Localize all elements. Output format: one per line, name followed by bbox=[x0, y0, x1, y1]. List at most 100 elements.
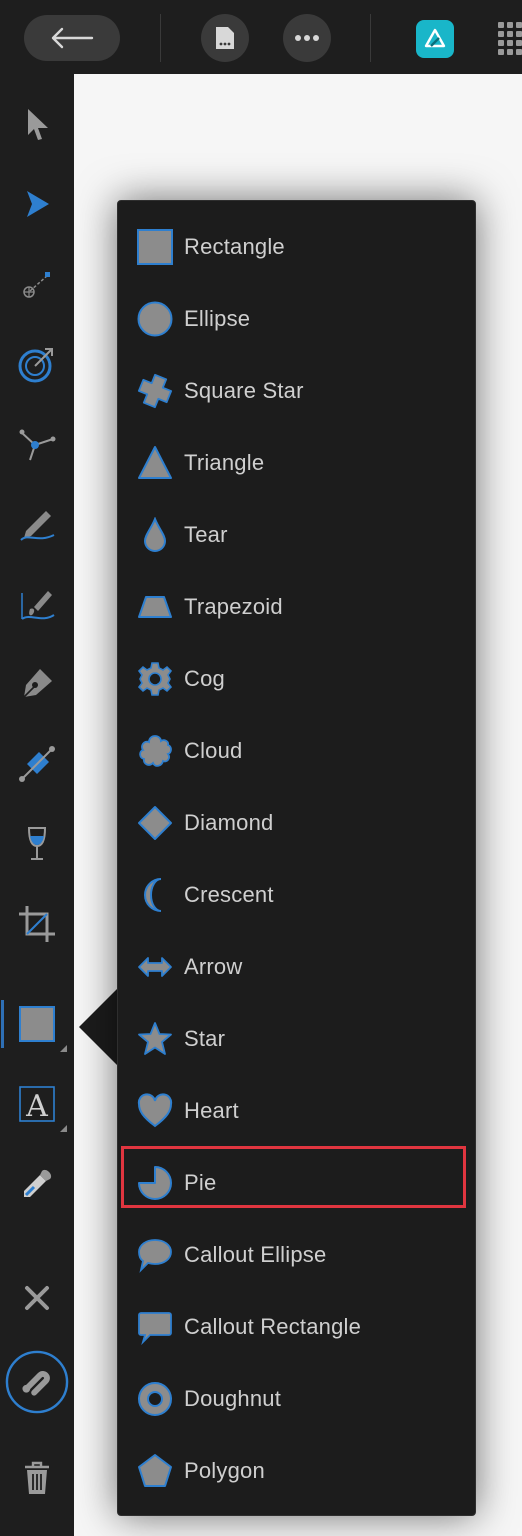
vector-crop-node-tool[interactable] bbox=[5, 412, 69, 476]
doughnut-icon bbox=[136, 1380, 174, 1418]
menu-item-label: Cloud bbox=[184, 738, 243, 763]
close-icon bbox=[25, 1286, 49, 1310]
triangle-icon bbox=[136, 444, 174, 482]
text-frame-icon: A bbox=[19, 1086, 55, 1124]
submenu-indicator-icon bbox=[60, 1125, 67, 1132]
callout-ellipse-icon bbox=[136, 1236, 174, 1274]
trash-icon bbox=[25, 1461, 49, 1494]
menu-item-label: Rectangle bbox=[184, 234, 285, 259]
cloud-icon bbox=[136, 732, 174, 770]
diamond-icon bbox=[136, 804, 174, 842]
menu-item-label: Star bbox=[184, 1026, 226, 1051]
shapes-menu: Rectangle Ellipse Square Star Triangle T… bbox=[117, 200, 476, 1516]
menu-item-pie[interactable]: Pie bbox=[121, 1146, 466, 1211]
ellipsis-icon bbox=[295, 35, 319, 41]
app-persona-button[interactable] bbox=[416, 20, 454, 58]
point-transform-icon bbox=[23, 272, 50, 298]
menu-item-star[interactable]: Star bbox=[136, 1011, 466, 1067]
menu-item-crescent[interactable]: Crescent bbox=[136, 867, 466, 923]
double-arrow-icon bbox=[136, 948, 174, 986]
menu-item-label: Square Star bbox=[184, 378, 304, 403]
menu-item-arrow[interactable]: Arrow bbox=[136, 939, 466, 995]
point-transform-tool[interactable] bbox=[5, 252, 69, 316]
menu-item-label: Polygon bbox=[184, 1458, 265, 1483]
tools-panel: A bbox=[0, 74, 74, 1536]
polygon-icon bbox=[136, 1452, 174, 1490]
menu-item-trapezoid[interactable]: Trapezoid bbox=[136, 579, 466, 635]
close-tools-button[interactable] bbox=[5, 1266, 69, 1330]
target-arrow-icon bbox=[18, 348, 53, 383]
grid-menu-icon bbox=[498, 22, 522, 55]
menu-item-label: Arrow bbox=[184, 954, 243, 979]
ellipse-icon bbox=[136, 300, 174, 338]
menu-item-rectangle[interactable]: Rectangle bbox=[136, 219, 466, 275]
node-tool[interactable] bbox=[5, 172, 69, 236]
menu-item-polygon[interactable]: Polygon bbox=[136, 1443, 466, 1499]
menu-item-doughnut[interactable]: Doughnut bbox=[136, 1371, 466, 1427]
menu-item-label: Tear bbox=[184, 522, 228, 547]
gradient-fill-icon bbox=[19, 746, 55, 782]
brush-icon bbox=[21, 591, 55, 620]
menu-item-square-star[interactable]: Square Star bbox=[136, 363, 466, 419]
move-tool[interactable] bbox=[5, 92, 69, 156]
menu-item-label: Ellipse bbox=[184, 306, 251, 331]
arrow-left-icon bbox=[51, 27, 94, 49]
node-pointer-icon bbox=[27, 191, 49, 217]
crop-icon bbox=[19, 906, 55, 942]
tear-icon bbox=[136, 516, 174, 554]
affinity-designer-logo bbox=[424, 28, 446, 48]
pencil-tool[interactable] bbox=[5, 492, 69, 556]
menu-item-diamond[interactable]: Diamond bbox=[136, 795, 466, 851]
menu-item-label: Diamond bbox=[184, 810, 274, 835]
menu-item-ellipse[interactable]: Ellipse bbox=[136, 291, 466, 347]
pen-tool[interactable] bbox=[5, 652, 69, 716]
vector-crop-tool[interactable] bbox=[5, 892, 69, 956]
menu-item-cloud[interactable]: Cloud bbox=[136, 723, 466, 779]
menu-item-label: Triangle bbox=[184, 450, 265, 475]
pen-nib-icon bbox=[23, 669, 52, 698]
menu-item-label: Heart bbox=[184, 1098, 239, 1123]
help-magnet-icon bbox=[5, 1350, 69, 1414]
color-picker-tool[interactable] bbox=[5, 1152, 69, 1216]
callout-rectangle-icon bbox=[136, 1308, 174, 1346]
popup-pointer bbox=[79, 987, 119, 1067]
document-menu-icon bbox=[216, 27, 234, 49]
vector-brush-tool[interactable] bbox=[5, 572, 69, 636]
menu-item-tear[interactable]: Tear bbox=[136, 507, 466, 563]
menu-item-triangle[interactable]: Triangle bbox=[136, 435, 466, 491]
square-star-icon bbox=[136, 372, 174, 410]
pie-icon bbox=[136, 1164, 174, 1202]
toolbar-separator bbox=[160, 14, 161, 62]
shape-tool[interactable] bbox=[1, 992, 69, 1056]
menu-item-heart[interactable]: Heart bbox=[136, 1083, 466, 1139]
grid-menu-button[interactable] bbox=[498, 22, 522, 61]
pencil-icon bbox=[20, 511, 55, 541]
menu-item-label: Pie bbox=[184, 1170, 217, 1195]
menu-item-callout-rectangle[interactable]: Callout Rectangle bbox=[136, 1299, 466, 1355]
menu-item-label: Callout Rectangle bbox=[184, 1314, 362, 1339]
menu-item-label: Crescent bbox=[184, 882, 274, 907]
transparency-tool[interactable] bbox=[5, 812, 69, 876]
menu-item-callout-ellipse[interactable]: Callout Ellipse bbox=[136, 1227, 466, 1283]
more-options-button[interactable] bbox=[283, 14, 331, 62]
top-bar bbox=[0, 0, 522, 74]
menu-item-label: Trapezoid bbox=[184, 594, 283, 619]
trapezoid-icon bbox=[136, 588, 174, 626]
cog-icon bbox=[136, 660, 174, 698]
menu-item-cog[interactable]: Cog bbox=[136, 651, 466, 707]
node-edit-icon bbox=[19, 429, 56, 461]
document-menu-button[interactable] bbox=[201, 14, 249, 62]
fill-tool[interactable] bbox=[5, 732, 69, 796]
delete-button[interactable] bbox=[5, 1446, 69, 1510]
corner-tool[interactable] bbox=[5, 332, 69, 396]
artistic-text-tool[interactable]: A bbox=[5, 1072, 69, 1136]
rectangle-icon bbox=[136, 228, 174, 266]
help-button[interactable] bbox=[5, 1350, 69, 1414]
crescent-icon bbox=[136, 876, 174, 914]
menu-item-label: Callout Ellipse bbox=[184, 1242, 327, 1267]
submenu-indicator-icon bbox=[60, 1045, 67, 1052]
menu-item-label: Cog bbox=[184, 666, 225, 691]
back-button[interactable] bbox=[24, 15, 120, 61]
wine-glass-icon bbox=[27, 827, 47, 860]
heart-icon bbox=[136, 1092, 174, 1130]
